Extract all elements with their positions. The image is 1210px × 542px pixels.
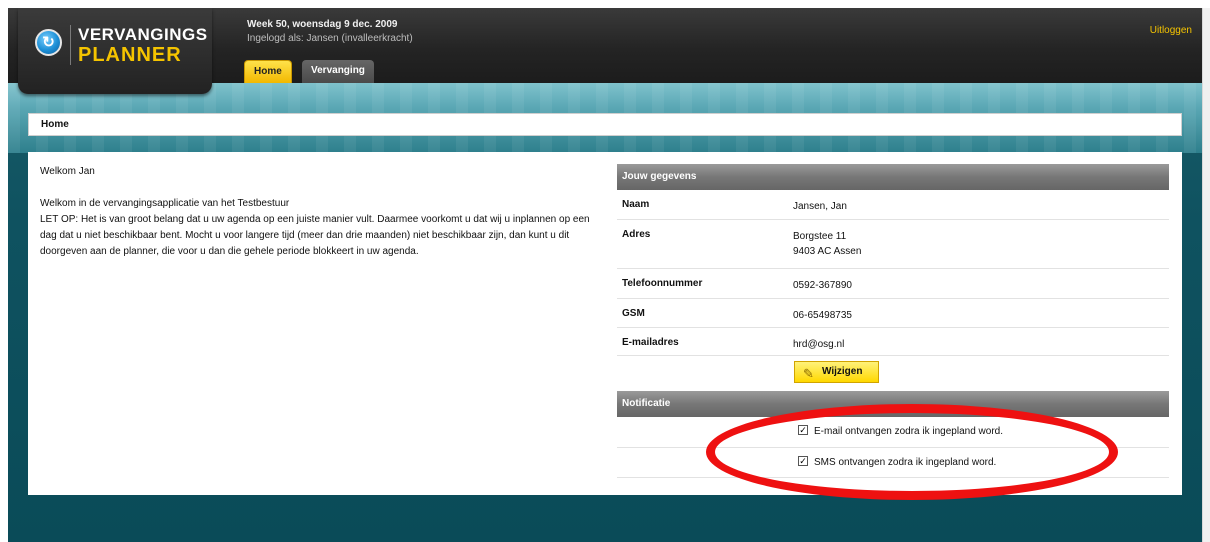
logo-text-top: VERVANGINGS: [78, 25, 208, 44]
user-details-panel: Jouw gegevens Naam Jansen, Jan Adres Bor…: [617, 164, 1169, 478]
swap-arrows-icon: ↻: [35, 29, 62, 56]
pencil-icon: ✎: [803, 366, 814, 381]
logged-in-label: Ingelogd als: Jansen (invalleerkracht): [247, 33, 413, 44]
address-line-1: Borgstee 11: [793, 231, 847, 242]
email-notification-checkbox[interactable]: ✓: [798, 425, 808, 435]
main-content: Welkom Jan Welkom in de vervangingsappli…: [28, 152, 1182, 495]
detail-row-email: E-mailadres hrd@osg.nl: [617, 328, 1169, 356]
address-line-2: 9403 AC Assen: [793, 246, 862, 257]
detail-label: Adres: [622, 229, 651, 240]
notification-row-sms: ✓ SMS ontvangen zodra ik ingepland word.: [617, 448, 1169, 478]
detail-value: 06-65498735: [793, 310, 852, 321]
notification-panel-title: Notificatie: [617, 391, 1169, 417]
detail-label: Naam: [622, 199, 650, 210]
scrollbar[interactable]: [1202, 8, 1210, 542]
sms-notification-label[interactable]: SMS ontvangen zodra ik ingepland word.: [814, 457, 996, 468]
edit-row: ✎ Wijzigen: [617, 356, 1169, 391]
edit-button-label: Wijzigen: [822, 366, 863, 377]
app-viewport: Week 50, woensdag 9 dec. 2009 Ingelogd a…: [8, 8, 1202, 542]
detail-row-adres: Adres Borgstee 11 9403 AC Assen: [617, 220, 1169, 269]
tab-home[interactable]: Home: [244, 60, 292, 83]
intro-text: Welkom in de vervangingsapplicatie van h…: [40, 196, 590, 260]
detail-label: Telefoonnummer: [622, 278, 703, 289]
intro-line-2: LET OP: Het is van groot belang dat u uw…: [40, 214, 590, 257]
tab-vervanging[interactable]: Vervanging: [302, 60, 374, 83]
detail-value: Borgstee 11 9403 AC Assen: [793, 229, 861, 259]
intro-line-1: Welkom in de vervangingsapplicatie van h…: [40, 198, 290, 209]
logout-link[interactable]: Uitloggen: [1150, 25, 1192, 36]
breadcrumb: Home: [28, 113, 1182, 136]
detail-label: GSM: [622, 308, 645, 319]
detail-row-telefoon: Telefoonnummer 0592-367890: [617, 269, 1169, 299]
detail-value: Jansen, Jan: [793, 201, 847, 212]
edit-button[interactable]: ✎ Wijzigen: [794, 361, 879, 383]
app-logo[interactable]: ↻ VERVANGINGS PLANNER: [18, 8, 212, 94]
sms-notification-checkbox[interactable]: ✓: [798, 456, 808, 466]
logo-text-bottom: PLANNER: [78, 44, 182, 66]
detail-value: hrd@osg.nl: [793, 339, 845, 350]
detail-row-gsm: GSM 06-65498735: [617, 299, 1169, 328]
detail-value: 0592-367890: [793, 280, 852, 291]
welcome-heading: Welkom Jan: [40, 166, 95, 177]
notification-row-email: ✓ E-mail ontvangen zodra ik ingepland wo…: [617, 417, 1169, 448]
email-notification-label[interactable]: E-mail ontvangen zodra ik ingepland word…: [814, 426, 1003, 437]
details-panel-title: Jouw gegevens: [617, 164, 1169, 190]
date-label: Week 50, woensdag 9 dec. 2009: [247, 19, 398, 30]
detail-label: E-mailadres: [622, 337, 679, 348]
logo-divider: [70, 25, 71, 65]
detail-row-naam: Naam Jansen, Jan: [617, 190, 1169, 220]
